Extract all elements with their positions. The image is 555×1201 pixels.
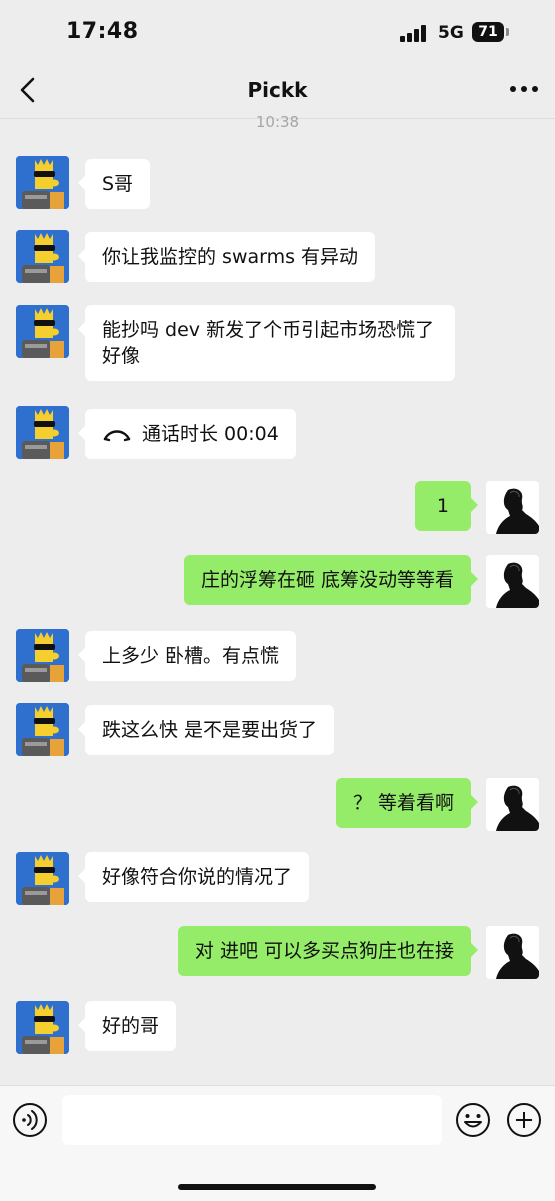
bart-avatar-icon [16,406,69,459]
contact-avatar[interactable] [16,629,69,682]
silhouette-avatar-icon [486,778,539,831]
bart-avatar-icon [16,156,69,209]
message-text: 跌这么快 是不是要出货了 [102,719,318,741]
contact-avatar[interactable] [16,156,69,209]
message-timestamp: 10:38 [255,113,300,131]
battery-tip [506,28,509,36]
more-button[interactable] [510,86,540,94]
contact-avatar[interactable] [16,703,69,756]
message-bubble[interactable]: 1 [414,481,479,531]
self-avatar[interactable] [486,778,539,831]
silhouette-avatar-icon [486,555,539,608]
message-bubble[interactable]: ？ 等着看啊 [335,778,479,828]
message-text: 1 [436,495,449,517]
contact-avatar[interactable] [16,852,69,905]
call-record-bubble[interactable]: 通话时长 00:04 [78,409,296,459]
message-input[interactable] [62,1095,442,1145]
message-bubble[interactable]: S哥 [77,159,151,209]
signal-icon [400,24,430,42]
bart-avatar-icon [16,305,69,358]
message-bubble[interactable]: 庄的浮筹在砸 底筹没动等等看 [183,555,479,605]
bart-avatar-icon [16,852,69,905]
message-bubble[interactable]: 好像符合你说的情况了 [77,852,310,902]
bart-avatar-icon [16,1001,69,1054]
voice-button[interactable] [12,1102,48,1138]
message-text: 好的哥 [102,1015,160,1037]
message-text: 庄的浮筹在砸 底筹没动等等看 [200,569,454,591]
message-text: ？ 等着看啊 [352,792,454,814]
chat-title: Pickk [247,78,308,102]
plus-button[interactable] [506,1102,542,1138]
network-label: 5G [438,23,464,43]
contact-avatar[interactable] [16,1001,69,1054]
message-bubble[interactable]: 上多少 卧槽。有点慌 [77,631,297,681]
voice-icon [13,1103,47,1137]
contact-avatar[interactable] [16,305,69,358]
self-avatar[interactable] [486,481,539,534]
contact-avatar[interactable] [16,230,69,283]
status-time: 17:48 [66,19,139,44]
home-indicator [178,1184,376,1190]
self-avatar[interactable] [486,555,539,608]
bart-avatar-icon [16,230,69,283]
chat-header: Pickk [0,62,555,119]
bart-avatar-icon [16,703,69,756]
battery-icon: 71 [472,22,504,42]
self-avatar[interactable] [486,926,539,979]
bart-avatar-icon [16,629,69,682]
message-bubble[interactable]: 跌这么快 是不是要出货了 [77,705,335,755]
call-duration-text: 通话时长 00:04 [142,423,279,445]
message-text: 能抄吗 dev 新发了个币引起市场恐慌了好像 [102,319,435,367]
message-text: 好像符合你说的情况了 [102,866,293,888]
plus-icon [507,1103,541,1137]
emoji-button[interactable] [455,1102,491,1138]
message-bubble[interactable]: 能抄吗 dev 新发了个币引起市场恐慌了好像 [78,305,455,381]
message-bubble[interactable]: 好的哥 [77,1001,177,1051]
contact-avatar[interactable] [16,406,69,459]
message-text: 对 进吧 可以多买点狗庄也在接 [194,940,454,962]
phone-hangup-icon [103,429,131,441]
emoji-icon [456,1103,490,1137]
message-bubble[interactable]: 对 进吧 可以多买点狗庄也在接 [177,926,479,976]
message-bubble[interactable]: 你让我监控的 swarms 有异动 [77,232,376,282]
silhouette-avatar-icon [486,926,539,979]
message-text: 你让我监控的 swarms 有异动 [102,246,359,268]
message-text: 上多少 卧槽。有点慌 [102,645,280,667]
silhouette-avatar-icon [486,481,539,534]
message-text: S哥 [102,173,134,195]
status-bar: 17:48 5G 71 [0,0,555,62]
